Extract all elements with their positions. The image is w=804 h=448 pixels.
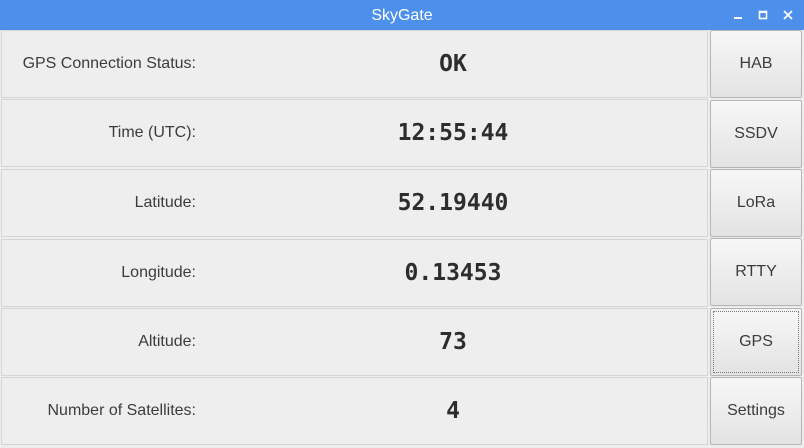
skygate-window: SkyGate GPS Connection Status: OK Time (… xyxy=(0,0,804,448)
maximize-button[interactable] xyxy=(755,7,771,23)
latitude-label: Latitude: xyxy=(134,194,196,211)
longitude-value: 0.13453 xyxy=(404,260,502,286)
longitude-label: Longitude: xyxy=(121,264,196,281)
number-of-satellites-row: Number of Satellites: 4 xyxy=(1,377,708,445)
time-utc-label: Time (UTC): xyxy=(108,124,196,141)
ssdv-button[interactable]: SSDV xyxy=(710,100,802,168)
number-of-satellites-value: 4 xyxy=(446,398,460,424)
altitude-label: Altitude: xyxy=(138,333,196,350)
time-utc-value: 12:55:44 xyxy=(397,120,509,146)
gps-button[interactable]: GPS xyxy=(710,308,802,376)
minimize-button[interactable] xyxy=(730,7,746,23)
time-utc-row: Time (UTC): 12:55:44 xyxy=(1,99,708,167)
longitude-row: Longitude: 0.13453 xyxy=(1,239,708,307)
altitude-row: Altitude: 73 xyxy=(1,308,708,376)
gps-connection-status-value: OK xyxy=(439,51,467,77)
settings-button[interactable]: Settings xyxy=(710,377,802,445)
hab-button[interactable]: HAB xyxy=(710,30,802,98)
altitude-value: 73 xyxy=(439,329,467,355)
latitude-value: 52.19440 xyxy=(397,190,509,216)
main-content: GPS Connection Status: OK Time (UTC): 12… xyxy=(0,30,804,448)
window-title: SkyGate xyxy=(371,7,433,24)
maximize-icon xyxy=(758,10,768,20)
close-button[interactable] xyxy=(780,7,796,23)
latitude-row: Latitude: 52.19440 xyxy=(1,169,708,237)
number-of-satellites-label: Number of Satellites: xyxy=(47,402,196,419)
minimize-icon xyxy=(733,10,743,20)
nav-button-column: HAB SSDV LoRa RTTY GPS Settings xyxy=(710,30,803,448)
window-controls xyxy=(730,0,796,30)
gps-connection-status-label: GPS Connection Status: xyxy=(22,55,196,72)
title-bar[interactable]: SkyGate xyxy=(0,0,804,30)
lora-button[interactable]: LoRa xyxy=(710,169,802,237)
status-panel: GPS Connection Status: OK Time (UTC): 12… xyxy=(0,30,709,448)
rtty-button[interactable]: RTTY xyxy=(710,238,802,306)
close-icon xyxy=(783,10,793,20)
gps-connection-status-row: GPS Connection Status: OK xyxy=(1,30,708,98)
